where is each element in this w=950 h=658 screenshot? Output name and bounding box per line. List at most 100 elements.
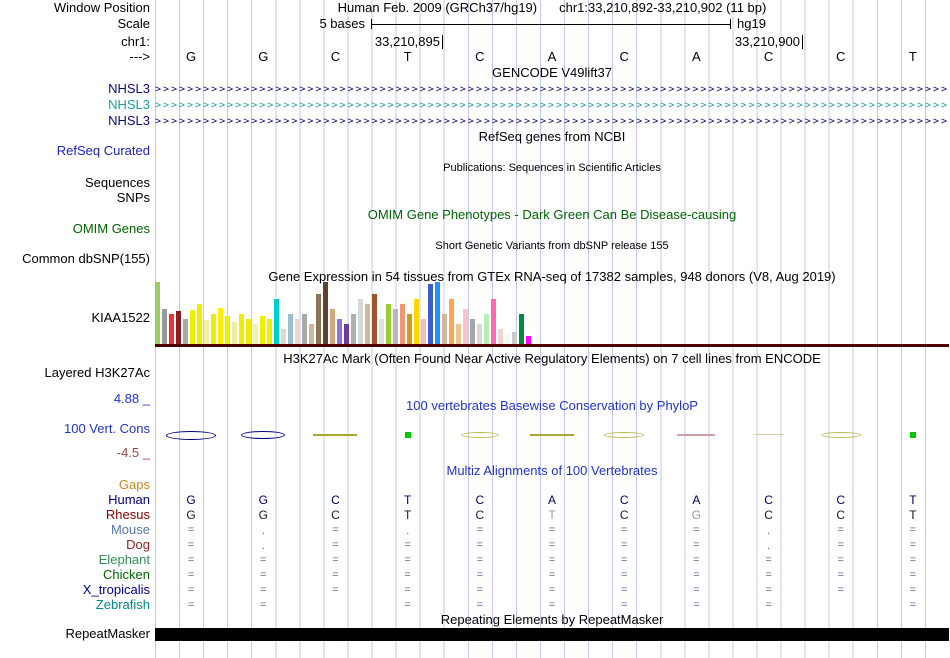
alignment-cell[interactable]: =: [877, 523, 949, 538]
gtex-expression-bar[interactable]: [197, 304, 202, 344]
alignment-cell[interactable]: =: [444, 583, 516, 598]
alignment-cell[interactable]: =: [372, 553, 444, 568]
gtex-expression-bar[interactable]: [512, 332, 517, 344]
alignment-cell[interactable]: C: [444, 508, 516, 523]
gtex-expression-bar[interactable]: [491, 299, 496, 344]
alignment-cell[interactable]: =: [660, 583, 732, 598]
gtex-expression-bar[interactable]: [302, 314, 307, 344]
gtex-expression-bar[interactable]: [176, 311, 181, 344]
alignment-cell[interactable]: =: [588, 538, 660, 553]
alignment-cell[interactable]: .: [227, 523, 299, 538]
species-label-mouse[interactable]: Mouse: [0, 523, 150, 537]
alignment-cell[interactable]: =: [805, 523, 877, 538]
alignment-cell[interactable]: =: [227, 583, 299, 598]
gtex-expression-bar[interactable]: [428, 284, 433, 344]
alignment-cell[interactable]: A: [516, 493, 588, 508]
gtex-expression-bar[interactable]: [463, 309, 468, 344]
alignment-cell[interactable]: C: [588, 508, 660, 523]
gtex-expression-bar[interactable]: [239, 314, 244, 344]
alignment-cell[interactable]: C: [444, 493, 516, 508]
gtex-expression-bar[interactable]: [379, 319, 384, 344]
alignment-cell[interactable]: =: [588, 523, 660, 538]
alignment-cell[interactable]: =: [516, 553, 588, 568]
species-label-zebrafish[interactable]: Zebrafish: [0, 598, 150, 612]
omim-title[interactable]: OMIM Gene Phenotypes - Dark Green Can Be…: [155, 208, 949, 222]
gene-label-nhsl3-1[interactable]: NHSL3: [0, 82, 150, 96]
gtex-expression-bar[interactable]: [526, 336, 531, 344]
gtex-expression-bar[interactable]: [372, 294, 377, 344]
alignment-cell[interactable]: T: [877, 508, 949, 523]
gtex-bar-chart[interactable]: [155, 282, 531, 344]
refseq-curated-label[interactable]: RefSeq Curated: [0, 144, 150, 158]
alignment-cell[interactable]: G: [660, 508, 732, 523]
alignment-cell[interactable]: =: [444, 598, 516, 613]
alignment-cell[interactable]: =: [805, 538, 877, 553]
alignment-cell[interactable]: T: [516, 508, 588, 523]
alignment-cell[interactable]: =: [155, 523, 227, 538]
species-label-elephant[interactable]: Elephant: [0, 553, 150, 567]
gtex-expression-bar[interactable]: [246, 319, 251, 344]
phylop-title[interactable]: 100 vertebrates Basewise Conservation by…: [155, 399, 949, 413]
alignment-cell[interactable]: =: [155, 553, 227, 568]
alignment-cell[interactable]: =: [227, 553, 299, 568]
alignment-cell[interactable]: C: [299, 508, 371, 523]
gtex-expression-bar[interactable]: [204, 320, 209, 344]
alignment-cell[interactable]: =: [516, 568, 588, 583]
gtex-expression-bar[interactable]: [274, 299, 279, 344]
dbsnp-title[interactable]: Short Genetic Variants from dbSNP releas…: [155, 239, 949, 253]
species-label-x_tropicalis[interactable]: X_tropicalis: [0, 583, 150, 597]
alignment-cell[interactable]: =: [877, 553, 949, 568]
alignment-cell[interactable]: =: [588, 598, 660, 613]
phylop-mark[interactable]: [909, 432, 916, 438]
phylop-mark[interactable]: [820, 432, 861, 438]
alignment-cell[interactable]: =: [227, 568, 299, 583]
gencode-title[interactable]: GENCODE V49lift37: [155, 66, 949, 80]
alignment-cell[interactable]: .: [732, 523, 804, 538]
alignment-cell[interactable]: =: [660, 598, 732, 613]
gtex-expression-bar[interactable]: [162, 309, 167, 344]
alignment-cell[interactable]: =: [227, 598, 299, 613]
gtex-expression-bar[interactable]: [477, 324, 482, 344]
conservation-track[interactable]: [155, 423, 949, 447]
alignment-cell[interactable]: =: [732, 598, 804, 613]
alignment-cell[interactable]: C: [299, 493, 371, 508]
alignment-cell[interactable]: .: [227, 538, 299, 553]
gene-label-nhsl3-3[interactable]: NHSL3: [0, 114, 150, 128]
publications-snps-label[interactable]: SNPs: [0, 191, 150, 205]
alignment-cell[interactable]: =: [805, 583, 877, 598]
alignment-cell[interactable]: =: [372, 568, 444, 583]
alignment-cell[interactable]: =: [732, 583, 804, 598]
gtex-expression-bar[interactable]: [498, 329, 503, 344]
phylop-mark[interactable]: [604, 432, 645, 438]
alignment-cell[interactable]: =: [299, 538, 371, 553]
gtex-expression-bar[interactable]: [253, 324, 258, 344]
vert-cons-label[interactable]: 100 Vert. Cons: [0, 422, 150, 436]
gtex-expression-bar[interactable]: [414, 299, 419, 344]
gtex-expression-bar[interactable]: [211, 314, 216, 344]
gtex-expression-bar[interactable]: [393, 309, 398, 344]
gtex-expression-bar[interactable]: [309, 324, 314, 344]
gtex-expression-bar[interactable]: [421, 319, 426, 344]
gtex-expression-bar[interactable]: [288, 314, 293, 344]
phylop-mark[interactable]: [753, 434, 784, 435]
alignment-cell[interactable]: =: [877, 538, 949, 553]
alignment-cell[interactable]: =: [444, 568, 516, 583]
gtex-expression-bar[interactable]: [365, 304, 370, 344]
phylop-mark[interactable]: [241, 431, 286, 439]
alignment-cell[interactable]: G: [155, 508, 227, 523]
alignment-cell[interactable]: C: [588, 493, 660, 508]
repeatmasker-bar[interactable]: [155, 628, 949, 641]
layered-h3k27ac-label[interactable]: Layered H3K27Ac: [0, 366, 150, 380]
alignment-cell[interactable]: =: [299, 523, 371, 538]
gtex-expression-bar[interactable]: [169, 314, 174, 344]
gtex-expression-bar[interactable]: [330, 309, 335, 344]
species-label-dog[interactable]: Dog: [0, 538, 150, 552]
phylop-mark[interactable]: [460, 432, 499, 438]
gtex-expression-bar[interactable]: [505, 334, 510, 344]
alignment-cell[interactable]: =: [805, 553, 877, 568]
gtex-expression-bar[interactable]: [323, 282, 328, 344]
alignment-cell[interactable]: =: [588, 553, 660, 568]
gtex-expression-bar[interactable]: [232, 322, 237, 344]
gtex-expression-bar[interactable]: [218, 308, 223, 344]
alignment-cell[interactable]: =: [444, 523, 516, 538]
